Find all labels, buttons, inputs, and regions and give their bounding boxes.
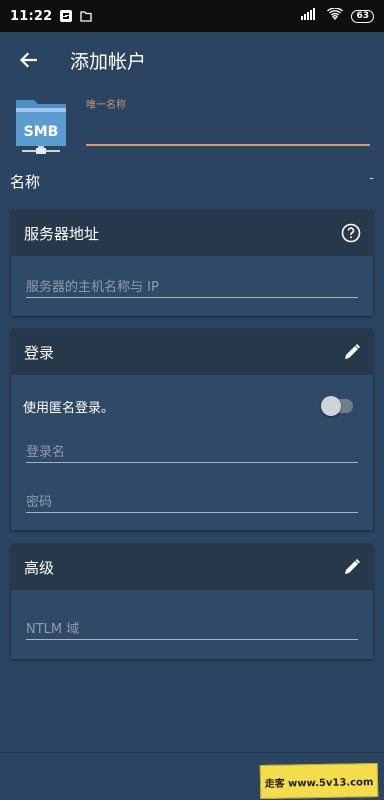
- account-name-section: SMB 唯一名称: [0, 92, 384, 158]
- notification-app-icon: [60, 10, 73, 22]
- ntlm-domain-input[interactable]: NTLM 域: [26, 618, 358, 640]
- ntlm-domain-placeholder: NTLM 域: [26, 622, 80, 637]
- status-bar: 11:22 63: [0, 0, 384, 32]
- advanced-title: 高级: [24, 558, 55, 577]
- name-value: -: [369, 171, 374, 186]
- unique-name-label: 唯一名称: [86, 100, 126, 111]
- edit-pencil-icon[interactable]: [343, 343, 361, 361]
- unique-name-underline: [86, 144, 370, 146]
- login-title: 登录: [24, 343, 55, 362]
- status-time: 11:22: [10, 8, 53, 24]
- app-bar: 添加帐户: [0, 32, 384, 88]
- unique-name-field[interactable]: 唯一名称: [86, 96, 370, 146]
- page-title: 添加帐户: [70, 50, 147, 73]
- password-placeholder: 密码: [26, 495, 53, 510]
- smb-server-icon: SMB: [14, 96, 68, 156]
- edit-pencil-icon[interactable]: [343, 558, 361, 576]
- advanced-header: 高级: [11, 544, 373, 590]
- anonymous-login-toggle[interactable]: [321, 396, 353, 416]
- signal-icon: [301, 8, 319, 24]
- anonymous-login-label: 使用匿名登录。: [23, 400, 115, 416]
- folder-notification-icon: [80, 10, 93, 22]
- server-address-header: 服务器地址: [11, 210, 373, 256]
- username-placeholder: 登录名: [26, 445, 66, 460]
- server-address-card: 服务器地址 服务器的主机名称与 IP: [11, 210, 373, 316]
- host-input[interactable]: 服务器的主机名称与 IP: [26, 276, 358, 298]
- help-icon[interactable]: [341, 223, 361, 243]
- watermark-badge: 走客 www.5v13.com: [259, 762, 379, 800]
- wifi-icon: [327, 7, 344, 24]
- smb-icon-label: SMB: [24, 124, 59, 140]
- login-header: 登录: [11, 329, 373, 375]
- username-input[interactable]: 登录名: [26, 441, 358, 463]
- name-title: 名称: [10, 173, 41, 191]
- advanced-card: 高级 NTLM 域: [11, 544, 373, 659]
- password-input[interactable]: 密码: [26, 491, 358, 513]
- login-card: 登录 使用匿名登录。 登录名 密码: [11, 329, 373, 530]
- anonymous-login-row[interactable]: 使用匿名登录。: [23, 395, 353, 417]
- back-arrow-icon[interactable]: [0, 32, 56, 88]
- battery-indicator: 63: [351, 9, 374, 23]
- host-placeholder: 服务器的主机名称与 IP: [26, 280, 159, 295]
- server-address-title: 服务器地址: [24, 224, 100, 243]
